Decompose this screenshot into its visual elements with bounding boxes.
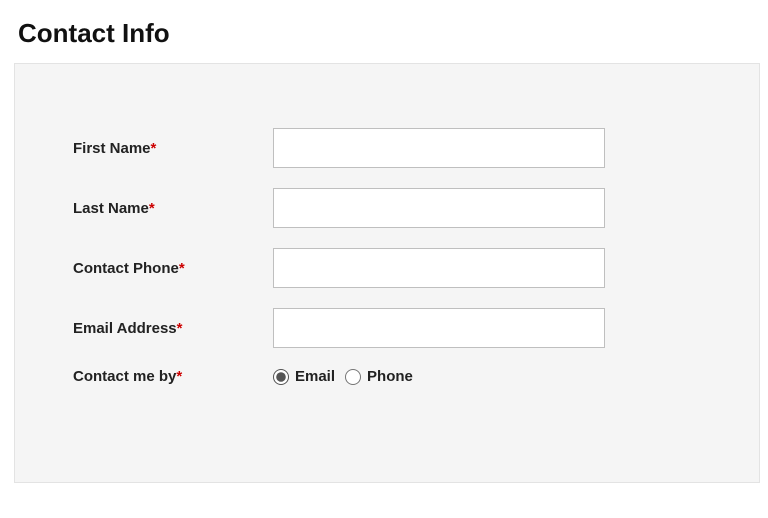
last-name-label: Last Name* xyxy=(73,200,273,217)
first-name-input[interactable] xyxy=(273,128,605,168)
contact-by-label: Contact me by* xyxy=(73,368,273,385)
contact-form-panel: First Name* Last Name* Contact Phone* Em… xyxy=(14,63,760,483)
contact-by-phone-radio[interactable] xyxy=(345,369,361,385)
contact-phone-label: Contact Phone* xyxy=(73,260,273,277)
first-name-label: First Name* xyxy=(73,140,273,157)
last-name-label-text: Last Name xyxy=(73,200,149,217)
required-marker: * xyxy=(176,368,182,385)
email-address-input[interactable] xyxy=(273,308,605,348)
required-marker: * xyxy=(179,260,185,277)
page-title: Contact Info xyxy=(18,18,768,49)
required-marker: * xyxy=(151,140,157,157)
contact-by-radio-group: Email Phone xyxy=(273,368,413,385)
contact-by-email-label: Email xyxy=(295,368,335,385)
contact-by-email-radio[interactable] xyxy=(273,369,289,385)
contact-by-phone-label: Phone xyxy=(367,368,413,385)
contact-phone-label-text: Contact Phone xyxy=(73,260,179,277)
contact-phone-input[interactable] xyxy=(273,248,605,288)
contact-by-label-text: Contact me by xyxy=(73,368,176,385)
last-name-row: Last Name* xyxy=(15,188,759,228)
email-address-label: Email Address* xyxy=(73,320,273,337)
contact-phone-row: Contact Phone* xyxy=(15,248,759,288)
contact-by-email-item: Email xyxy=(273,368,335,385)
contact-by-phone-item: Phone xyxy=(345,368,413,385)
contact-by-row: Contact me by* Email Phone xyxy=(15,368,759,385)
email-address-row: Email Address* xyxy=(15,308,759,348)
first-name-label-text: First Name xyxy=(73,140,151,157)
email-address-label-text: Email Address xyxy=(73,320,177,337)
required-marker: * xyxy=(149,200,155,217)
required-marker: * xyxy=(177,320,183,337)
first-name-row: First Name* xyxy=(15,128,759,168)
last-name-input[interactable] xyxy=(273,188,605,228)
